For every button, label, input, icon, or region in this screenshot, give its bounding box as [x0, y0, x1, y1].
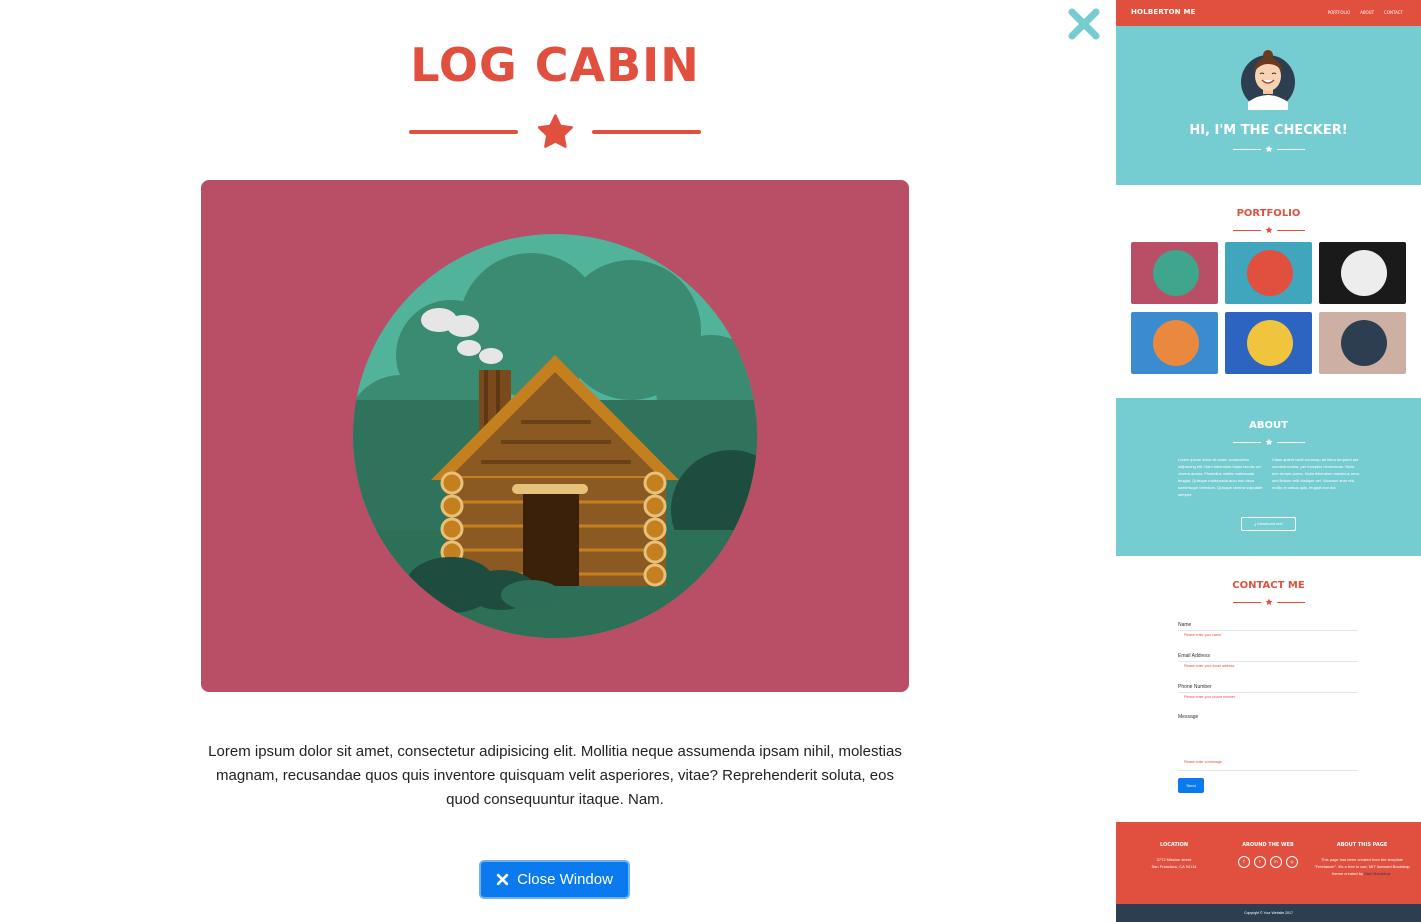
times-icon: [496, 873, 509, 886]
portfolio-tile-submarine[interactable]: [1319, 312, 1406, 374]
message-error: Please enter a message.: [1184, 760, 1223, 764]
footer-web-heading: AROUND THE WEB: [1242, 842, 1294, 848]
nav-link-about[interactable]: ABOUT: [1360, 10, 1374, 15]
portfolio-title: PORTFOLIO: [1236, 208, 1301, 219]
divider-line: [1277, 229, 1305, 231]
send-button[interactable]: Send: [1178, 778, 1204, 793]
linkedin-icon[interactable]: in: [1270, 856, 1282, 868]
email-field[interactable]: [1178, 661, 1358, 662]
phone-error: Please enter your phone number.: [1184, 695, 1236, 699]
portfolio-tile-cabin[interactable]: [1131, 242, 1218, 304]
nav-links: PORTFOLIO ABOUT CONTACT: [1328, 10, 1403, 15]
background-page: HOLBERTON ME PORTFOLIO ABOUT CONTACT HI,…: [1116, 0, 1421, 922]
hero-section: HI, I'M THE CHECKER!: [1116, 26, 1421, 185]
about-text-left: Lorem ipsum dolor sit amet, consectetur …: [1178, 457, 1263, 497]
email-error: Please enter your email address.: [1184, 664, 1236, 668]
about-text-right: Class aptent taciti sociosqu ad litora t…: [1272, 457, 1360, 490]
nav-link-contact[interactable]: CONTACT: [1384, 10, 1403, 15]
download-button[interactable]: ⤓ Download me!: [1241, 517, 1296, 531]
portfolio-tile-game[interactable]: [1131, 312, 1218, 374]
footer-about-text: This page has been created from the temp…: [1314, 857, 1410, 876]
modal-title: LOG CABIN: [410, 38, 700, 92]
footer: LOCATION 3772 Mission street San Francis…: [1116, 822, 1421, 904]
submarine-icon: [1341, 320, 1387, 366]
name-field[interactable]: [1178, 630, 1358, 631]
portfolio-modal: LOG CABIN Lorem ipsum dolor sit amet, co…: [0, 0, 1116, 922]
name-label: Name: [1178, 622, 1192, 628]
divider-line: [1277, 441, 1305, 443]
footer-location: LOCATION 3772 Mission street San Francis…: [1124, 842, 1224, 870]
name-error: Please enter your name.: [1184, 633, 1223, 637]
divider-line: [592, 130, 701, 134]
divider-line: [1233, 148, 1261, 150]
phone-field[interactable]: [1178, 692, 1358, 693]
cake-icon: [1247, 250, 1293, 296]
star-icon: [1265, 145, 1273, 153]
circus-tent-icon: [1341, 250, 1387, 296]
about-title: ABOUT: [1249, 420, 1288, 431]
divider-line: [409, 130, 518, 134]
download-label: Download me!: [1257, 521, 1283, 526]
footer-address-line2: San Francisco, CA 94114: [1151, 864, 1197, 869]
navbar: HOLBERTON ME PORTFOLIO ABOUT CONTACT: [1116, 0, 1421, 26]
portfolio-tile-safe[interactable]: [1225, 312, 1312, 374]
contact-divider: [1232, 597, 1306, 607]
phone-label: Phone Number: [1178, 684, 1212, 690]
star-icon: [1265, 226, 1273, 234]
close-window-label: Close Window: [517, 871, 613, 888]
facebook-icon[interactable]: f: [1238, 856, 1250, 868]
divider-line: [1277, 148, 1305, 150]
nav-brand[interactable]: HOLBERTON ME: [1131, 8, 1196, 16]
dribbble-icon[interactable]: ◎: [1286, 856, 1298, 868]
portfolio-tile-circus[interactable]: [1319, 242, 1406, 304]
cabin-icon: [1153, 250, 1199, 296]
about-section: ABOUT Lorem ipsum dolor sit amet, consec…: [1116, 398, 1421, 556]
divider-line: [1233, 229, 1261, 231]
game-controller-icon: [1153, 320, 1199, 366]
start-bootstrap-link[interactable]: Start Bootstrap: [1364, 871, 1391, 876]
message-label: Message: [1178, 714, 1199, 720]
star-icon: [1265, 598, 1273, 606]
copyright: Copyright © Your Website 2017: [1116, 904, 1421, 922]
message-field[interactable]: [1178, 770, 1358, 771]
footer-location-heading: LOCATION: [1159, 842, 1189, 848]
portfolio-divider: [1232, 225, 1306, 235]
divider-line: [1233, 601, 1261, 603]
social-links: f t in ◎: [1218, 856, 1318, 868]
hero-divider: [1232, 144, 1306, 154]
footer-about-heading: ABOUT THIS PAGE: [1336, 842, 1388, 848]
footer-address-line1: 3772 Mission street: [1156, 857, 1192, 862]
screen: LOG CABIN Lorem ipsum dolor sit amet, co…: [0, 0, 1421, 922]
hero-title: HI, I'M THE CHECKER!: [1189, 123, 1348, 138]
portfolio-tile-cake[interactable]: [1225, 242, 1312, 304]
log-cabin-illustration: [201, 180, 909, 692]
star-icon: [537, 114, 573, 148]
about-divider: [1232, 437, 1306, 447]
divider-line: [1233, 441, 1261, 443]
footer-web: AROUND THE WEB f t in ◎: [1218, 842, 1318, 868]
email-label: Email Address: [1178, 653, 1210, 659]
modal-description: Lorem ipsum dolor sit amet, consectetur …: [208, 743, 902, 808]
star-icon: [1265, 438, 1273, 446]
close-window-button[interactable]: Close Window: [479, 860, 630, 899]
nav-link-portfolio[interactable]: PORTFOLIO: [1328, 10, 1351, 15]
avatar: [1241, 50, 1295, 110]
footer-about: ABOUT THIS PAGE This page has been creat…: [1312, 842, 1412, 877]
safe-icon: [1247, 320, 1293, 366]
footer-about-body: This page has been created from the temp…: [1314, 857, 1410, 876]
divider-line: [1277, 601, 1305, 603]
twitter-icon[interactable]: t: [1254, 856, 1266, 868]
star-divider: [409, 112, 701, 152]
contact-title: CONTACT ME: [1232, 580, 1305, 591]
